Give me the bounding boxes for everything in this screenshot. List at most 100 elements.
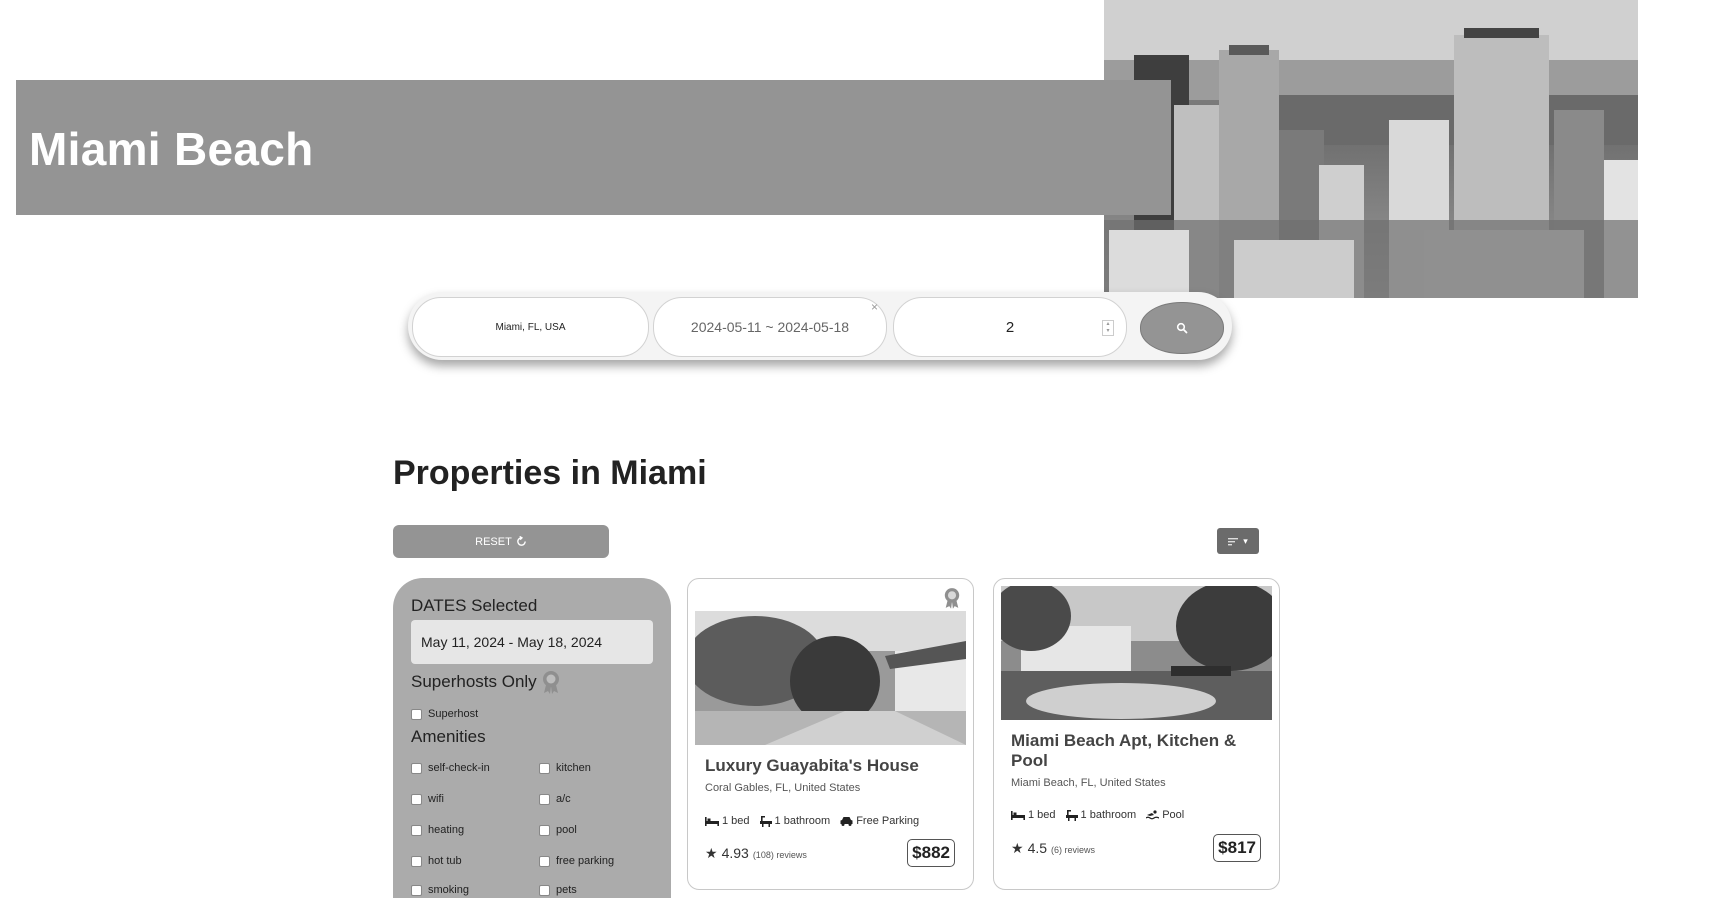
- superhost-checkbox-row[interactable]: Superhost: [411, 708, 478, 720]
- amenity-label: pool: [556, 824, 577, 836]
- amenity-label: a/c: [556, 793, 571, 805]
- bath-icon: [1065, 809, 1078, 821]
- reset-button[interactable]: RESET: [393, 525, 609, 558]
- superhost-checkbox[interactable]: [411, 708, 422, 720]
- filters-panel: DATES Selected May 11, 2024 - May 18, 20…: [393, 578, 671, 898]
- amenity-smoking[interactable]: smoking: [411, 884, 469, 896]
- listing-card[interactable]: Miami Beach Apt, Kitchen & Pool Miami Be…: [993, 578, 1280, 890]
- amenity-wifi[interactable]: wifi: [411, 793, 444, 805]
- feature-label: Free Parking: [856, 815, 920, 827]
- amenity-pets[interactable]: pets: [539, 884, 577, 896]
- swimmer-icon: [1146, 810, 1160, 820]
- listing-photo[interactable]: [695, 611, 966, 745]
- date-range-input[interactable]: 2024-05-11 ~ 2024-05-18 ×: [653, 297, 887, 357]
- feature-parking: Free Parking: [840, 815, 919, 827]
- feature-bath: 1 bathroom: [759, 815, 831, 827]
- amenity-kitchen[interactable]: kitchen: [539, 762, 591, 774]
- listing-rating: ★ 4.5 (6) reviews: [1011, 840, 1095, 857]
- amenity-label: free parking: [556, 855, 615, 867]
- amenity-pool[interactable]: pool: [539, 824, 577, 836]
- guests-input[interactable]: 2 ▴ ▾: [893, 297, 1127, 357]
- clear-dates-icon[interactable]: ×: [871, 300, 878, 314]
- superhost-award-icon: [944, 588, 960, 609]
- listing-features: 1 bed 1 bathroom Free Parking: [705, 815, 919, 827]
- feature-label: 1 bed: [1028, 809, 1056, 821]
- amenity-ac[interactable]: a/c: [539, 793, 571, 805]
- feature-bed: 1 bed: [1011, 809, 1056, 821]
- amenity-checkbox[interactable]: [539, 855, 550, 867]
- rating-value: 4.93: [721, 845, 749, 861]
- selected-dates-value: May 11, 2024 - May 18, 2024: [421, 634, 603, 650]
- hero-banner: Miami Beach: [16, 80, 1171, 215]
- search-icon: [1176, 322, 1188, 334]
- amenity-label: self-check-in: [428, 762, 490, 774]
- page-title: Miami Beach: [29, 123, 314, 175]
- listing-card[interactable]: Luxury Guayabita's House Coral Gables, F…: [687, 578, 974, 890]
- chevron-down-icon: ▾: [1243, 535, 1248, 546]
- amenities-heading: Amenities: [411, 727, 486, 746]
- sort-dropdown-button[interactable]: ▾: [1217, 528, 1259, 554]
- listing-title[interactable]: Luxury Guayabita's House: [705, 756, 919, 776]
- amenity-self-check-in[interactable]: self-check-in: [411, 762, 490, 774]
- selected-dates-field[interactable]: May 11, 2024 - May 18, 2024: [411, 620, 653, 664]
- amenity-checkbox[interactable]: [411, 762, 422, 774]
- feature-label: 1 bed: [722, 815, 750, 827]
- amenity-checkbox[interactable]: [411, 793, 422, 805]
- search-bar: Miami, FL, USA 2024-05-11 ~ 2024-05-18 ×…: [408, 292, 1232, 360]
- listing-location: Coral Gables, FL, United States: [705, 782, 861, 794]
- amenity-checkbox[interactable]: [411, 855, 422, 867]
- feature-label: 1 bathroom: [774, 815, 831, 827]
- reset-label: RESET: [475, 535, 512, 548]
- amenity-free-parking[interactable]: free parking: [539, 855, 614, 867]
- review-count: (6) reviews: [1051, 845, 1096, 855]
- listing-price: $817: [1213, 834, 1261, 862]
- amenity-label: kitchen: [556, 762, 591, 774]
- bed-icon: [705, 817, 719, 826]
- superhost-label: Superhost: [428, 708, 479, 720]
- amenity-label: wifi: [428, 793, 444, 805]
- listing-location: Miami Beach, FL, United States: [1011, 777, 1166, 789]
- location-input[interactable]: Miami, FL, USA: [412, 297, 649, 357]
- award-icon: [542, 671, 559, 694]
- feature-pool: Pool: [1146, 809, 1184, 821]
- date-range-value: 2024-05-11 ~ 2024-05-18: [690, 319, 850, 335]
- location-value: Miami, FL, USA: [495, 321, 566, 333]
- amenity-checkbox[interactable]: [539, 884, 550, 896]
- superhosts-heading-label: Superhosts Only: [411, 672, 537, 691]
- hero-city-photo: [1104, 0, 1638, 298]
- bed-icon: [1011, 811, 1025, 820]
- listing-photo[interactable]: [1001, 586, 1272, 720]
- section-title: Properties in Miami: [393, 454, 707, 492]
- amenity-label: smoking: [428, 884, 469, 896]
- refresh-icon: [517, 536, 526, 546]
- star-icon: ★: [1011, 840, 1024, 856]
- superhosts-heading: Superhosts Only: [411, 670, 561, 694]
- dates-heading: DATES Selected: [411, 596, 538, 615]
- amenity-checkbox[interactable]: [411, 884, 422, 896]
- review-count: (108) reviews: [752, 850, 807, 860]
- car-icon: [840, 817, 853, 826]
- sort-icon: [1228, 537, 1239, 545]
- amenity-checkbox[interactable]: [539, 824, 550, 836]
- guests-value: 2: [1005, 318, 1015, 336]
- amenity-label: pets: [556, 884, 577, 896]
- amenity-label: heating: [428, 824, 465, 836]
- listing-price: $882: [907, 839, 955, 867]
- guests-stepper[interactable]: ▴ ▾: [1102, 320, 1114, 336]
- feature-label: 1 bathroom: [1080, 809, 1137, 821]
- amenity-checkbox[interactable]: [539, 793, 550, 805]
- bath-icon: [759, 815, 772, 827]
- feature-label: Pool: [1162, 809, 1185, 821]
- feature-bath: 1 bathroom: [1065, 809, 1137, 821]
- listing-title[interactable]: Miami Beach Apt, Kitchen & Pool: [1011, 731, 1261, 771]
- amenity-checkbox[interactable]: [539, 762, 550, 774]
- search-button[interactable]: [1140, 302, 1224, 354]
- amenity-label: hot tub: [428, 855, 462, 867]
- amenity-checkbox[interactable]: [411, 824, 422, 836]
- star-icon: ★: [705, 845, 718, 861]
- listing-rating: ★ 4.93 (108) reviews: [705, 845, 807, 862]
- amenity-heating[interactable]: heating: [411, 824, 464, 836]
- amenity-hot-tub[interactable]: hot tub: [411, 855, 462, 867]
- listing-features: 1 bed 1 bathroom Pool: [1011, 809, 1184, 821]
- rating-value: 4.5: [1027, 840, 1048, 856]
